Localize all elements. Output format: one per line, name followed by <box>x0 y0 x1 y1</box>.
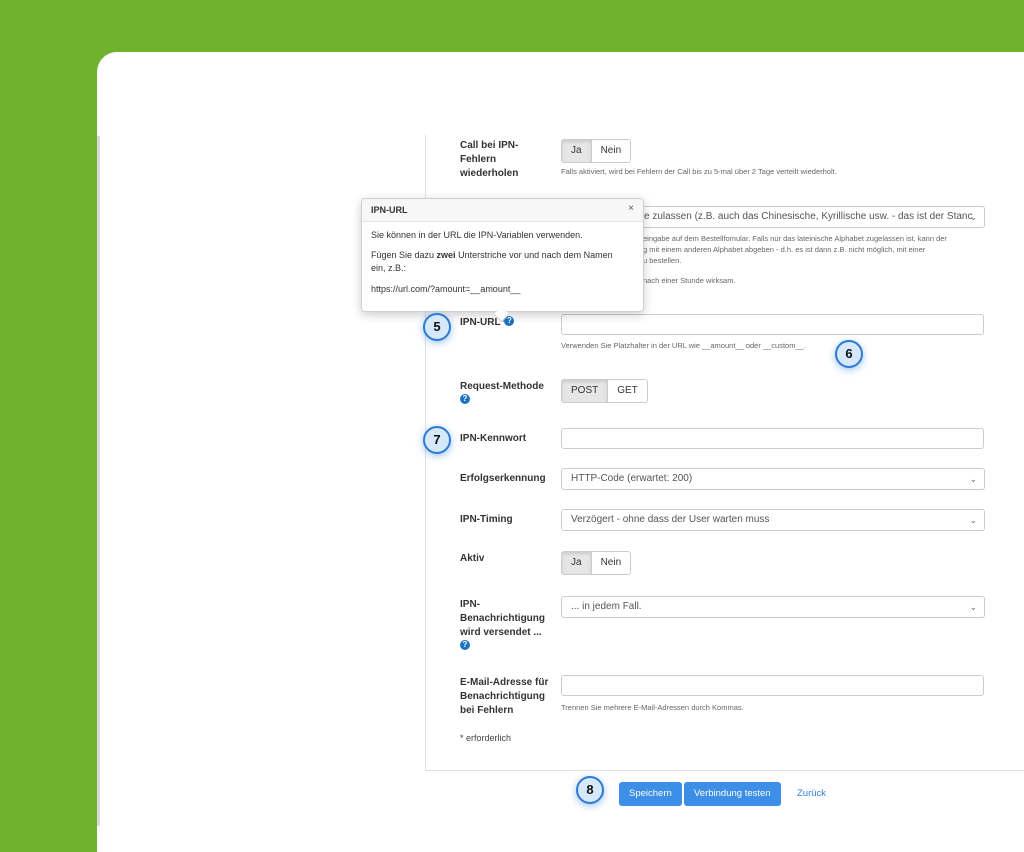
error-email-label: E-Mail-Adresse für Benachrichtigung bei … <box>460 677 549 716</box>
test-connection-button[interactable]: Verbindung testen <box>684 782 781 806</box>
active-label: Aktiv <box>460 553 485 564</box>
save-button[interactable]: Speichern <box>619 782 682 806</box>
request-method-toggle: POST GET <box>561 379 648 403</box>
question-circle-icon[interactable]: ? <box>460 640 470 650</box>
step-marker-8: 8 <box>576 776 604 804</box>
alphabet-hint-2: g mit einem anderen Alphabet abgeben - d… <box>643 245 926 254</box>
back-link[interactable]: Zurück <box>797 788 826 799</box>
active-yes[interactable]: Ja <box>562 552 591 574</box>
notification-label: IPN- Benachrichtigung wird versendet ...… <box>460 599 546 650</box>
alphabet-hint-3: u bestellen. <box>643 256 682 265</box>
chevron-down-icon: ⌄ <box>969 515 977 525</box>
popover-line-3: ein, z.B.: <box>371 263 407 273</box>
request-method-get[interactable]: GET <box>607 380 647 402</box>
success-detection-label: Erfolgserkennung <box>460 473 546 484</box>
popover-example: https://url.com/?amount=__amount__ <box>371 284 521 294</box>
call-retry-label: Call bei IPN- Fehlern wiederholen <box>460 140 519 179</box>
success-detection-select[interactable]: HTTP-Code (erwartet: 200) ⌄ <box>561 468 985 490</box>
error-email-input[interactable] <box>561 675 984 696</box>
chevron-down-icon: ⌄ <box>969 602 977 612</box>
chevron-down-icon: ⌄ <box>969 212 977 222</box>
ipn-password-label: IPN-Kennwort <box>460 433 527 444</box>
ipn-url-label: IPN-URL*? <box>460 316 515 330</box>
active-toggle: Ja Nein <box>561 551 632 575</box>
call-retry-toggle: Ja Nein <box>561 139 632 163</box>
popover-line-2: Fügen Sie dazu zwei Unterstriche vor und… <box>371 250 613 260</box>
ipn-timing-label: IPN-Timing <box>460 514 513 525</box>
sidebar-divider <box>97 136 100 826</box>
close-icon[interactable]: × <box>628 203 634 214</box>
popover-line-1: Sie können in der URL die IPN-Variablen … <box>371 230 583 240</box>
call-retry-yes[interactable]: Ja <box>562 140 591 162</box>
call-retry-hint: Falls aktiviert, wird bei Fehlern der Ca… <box>561 167 837 176</box>
popover-title: IPN-URL <box>362 199 643 222</box>
ipn-url-hint: Verwenden Sie Platzhalter in der URL wie… <box>561 341 806 350</box>
alphabet-hint-1: eingabe auf dem Bestellfomular. Falls nu… <box>643 234 947 243</box>
question-circle-icon[interactable]: ? <box>460 394 470 404</box>
step-marker-6: 6 <box>835 340 863 368</box>
request-method-label: Request-Methode ? <box>460 381 544 404</box>
call-retry-no[interactable]: Nein <box>590 140 631 162</box>
ipn-timing-select[interactable]: Verzögert - ohne dass der User warten mu… <box>561 509 985 531</box>
ipn-url-input[interactable] <box>561 314 984 335</box>
error-email-hint: Trennen Sie mehrere E-Mail-Adressen durc… <box>561 703 744 712</box>
chevron-down-icon: ⌄ <box>969 474 977 484</box>
step-marker-7: 7 <box>423 426 451 454</box>
ipn-url-popover: IPN-URL × Sie können in der URL die IPN-… <box>361 198 644 312</box>
required-note: * erforderlich <box>460 733 512 743</box>
ipn-password-input[interactable] <box>561 428 984 449</box>
step-marker-5: 5 <box>423 313 451 341</box>
alphabet-hint-4: nach einer Stunde wirksam. <box>643 276 736 285</box>
request-method-post[interactable]: POST <box>562 380 608 402</box>
notification-select[interactable]: ... in jedem Fall. ⌄ <box>561 596 985 618</box>
active-no[interactable]: Nein <box>590 552 631 574</box>
